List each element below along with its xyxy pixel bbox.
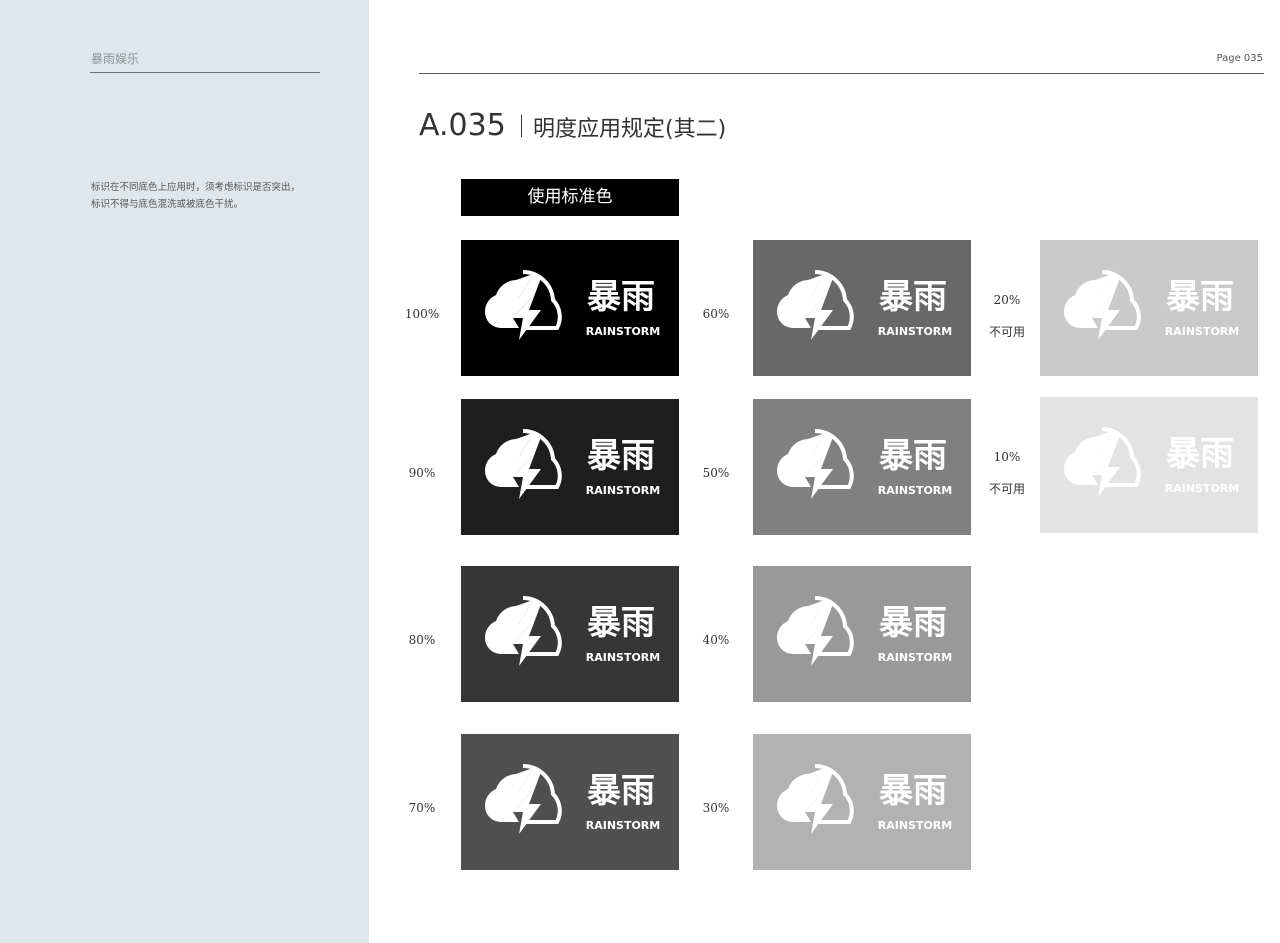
svg-text:RAINSTORM: RAINSTORM (586, 484, 660, 497)
brightness-label: 20% 不可用 (982, 284, 1032, 348)
divider (521, 115, 522, 137)
cloud-lightning-icon: 暴雨 RAINSTORM (776, 428, 952, 499)
logo-panel: 暴雨 RAINSTORM (461, 734, 679, 870)
svg-text:暴雨: 暴雨 (587, 436, 655, 476)
brightness-label: 90% (397, 457, 447, 489)
cloud-lightning-icon: 暴雨 RAINSTORM (484, 595, 660, 666)
brightness-value: 50% (702, 466, 730, 480)
svg-text:RAINSTORM: RAINSTORM (1165, 482, 1239, 495)
description-line: 标识在不同底色上应用时，须考虑标识是否突出， (91, 182, 301, 193)
svg-text:RAINSTORM: RAINSTORM (878, 325, 952, 338)
cloud-lightning-icon: 暴雨 RAINSTORM (484, 269, 660, 340)
standard-color-label: 使用标准色 (461, 179, 679, 216)
logo-panel: 暴雨 RAINSTORM (753, 566, 971, 702)
cloud-lightning-icon: 暴雨 RAINSTORM (776, 763, 952, 834)
logo-panel: 暴雨 RAINSTORM (753, 240, 971, 376)
svg-text:暴雨: 暴雨 (587, 277, 655, 317)
logo-panel: 暴雨 RAINSTORM (461, 399, 679, 535)
logo-panel: 暴雨 RAINSTORM (461, 566, 679, 702)
svg-text:暴雨: 暴雨 (1166, 277, 1234, 317)
brightness-label: 10% 不可用 (982, 441, 1032, 505)
description: 标识在不同底色上应用时，须考虑标识是否突出， 标识不得与底色混洗或被底色干扰。 (91, 179, 300, 213)
brightness-label: 50% (691, 457, 741, 489)
cloud-lightning-icon: 暴雨 RAINSTORM (776, 269, 952, 340)
brightness-value: 90% (408, 466, 436, 480)
unusable-note: 不可用 (988, 325, 1025, 339)
brightness-value: 20% (993, 293, 1021, 307)
brightness-label: 100% (397, 298, 447, 330)
logo-panel: 暴雨 RAINSTORM (753, 734, 971, 870)
unusable-note: 不可用 (988, 482, 1025, 496)
brightness-value: 10% (993, 450, 1021, 464)
svg-text:暴雨: 暴雨 (1166, 434, 1234, 474)
brightness-value: 30% (702, 801, 730, 815)
logo-panel: 暴雨 RAINSTORM (1040, 240, 1258, 376)
logo-panel: 暴雨 RAINSTORM (461, 240, 679, 376)
svg-text:暴雨: 暴雨 (879, 603, 947, 643)
page-title: 明度应用规定(其二) (533, 117, 727, 142)
cloud-lightning-icon: 暴雨 RAINSTORM (484, 428, 660, 499)
divider (419, 73, 1264, 74)
svg-text:暴雨: 暴雨 (587, 603, 655, 643)
svg-text:RAINSTORM: RAINSTORM (878, 651, 952, 664)
section-code: A.035 (419, 108, 506, 143)
svg-text:暴雨: 暴雨 (879, 436, 947, 476)
svg-text:暴雨: 暴雨 (879, 771, 947, 811)
svg-text:暴雨: 暴雨 (587, 771, 655, 811)
brightness-value: 70% (408, 801, 436, 815)
cloud-lightning-icon: 暴雨 RAINSTORM (1063, 269, 1239, 340)
svg-text:RAINSTORM: RAINSTORM (1165, 325, 1239, 338)
brightness-label: 70% (397, 792, 447, 824)
svg-text:RAINSTORM: RAINSTORM (586, 819, 660, 832)
description-line: 标识不得与底色混洗或被底色干扰。 (91, 199, 244, 210)
sidebar: 暴雨娱乐 标识在不同底色上应用时，须考虑标识是否突出， 标识不得与底色混洗或被底… (0, 0, 369, 943)
brightness-value: 60% (702, 307, 730, 321)
logo-panel: 暴雨 RAINSTORM (753, 399, 971, 535)
svg-text:RAINSTORM: RAINSTORM (586, 325, 660, 338)
logo-panel: 暴雨 RAINSTORM (1040, 397, 1258, 533)
brightness-label: 30% (691, 792, 741, 824)
brightness-label: 60% (691, 298, 741, 330)
svg-text:RAINSTORM: RAINSTORM (586, 651, 660, 664)
page-number: Page 035 (1216, 53, 1263, 64)
brightness-label: 80% (397, 624, 447, 656)
brightness-value: 100% (404, 307, 440, 321)
cloud-lightning-icon: 暴雨 RAINSTORM (484, 763, 660, 834)
brightness-value: 80% (408, 633, 436, 647)
brightness-label: 40% (691, 624, 741, 656)
cloud-lightning-icon: 暴雨 RAINSTORM (776, 595, 952, 666)
svg-text:RAINSTORM: RAINSTORM (878, 484, 952, 497)
brightness-value: 40% (702, 633, 730, 647)
svg-text:RAINSTORM: RAINSTORM (878, 819, 952, 832)
cloud-lightning-icon: 暴雨 RAINSTORM (1063, 426, 1239, 497)
brand-name: 暴雨娱乐 (91, 52, 140, 66)
svg-text:暴雨: 暴雨 (879, 277, 947, 317)
divider (90, 72, 320, 73)
